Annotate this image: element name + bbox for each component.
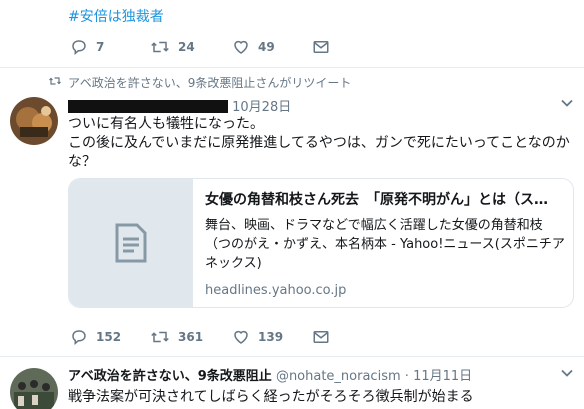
mail-icon <box>313 331 329 343</box>
retweeted-by-label[interactable]: アベ政治を許さない、9条改悪阻止さんがリツイート <box>68 74 351 91</box>
tweet-text: 戦争法案が可決されてしばらく経ったがそろそろ徴兵制が始まる <box>68 389 474 405</box>
retweet-button[interactable]: 361 <box>150 328 232 346</box>
retweet-icon <box>151 41 169 53</box>
reply-button[interactable]: 7 <box>70 38 150 56</box>
retweet-icon <box>151 331 169 343</box>
retweet-count: 361 <box>178 330 204 344</box>
like-button[interactable]: 139 <box>232 328 312 346</box>
date-separator: · <box>404 369 409 384</box>
retweet-count: 24 <box>178 40 195 54</box>
card-description: 舞台、映画、ドラマなどで幅広く活躍した女優の角替和枝（つのがえ・かずえ、本名柄本… <box>205 218 565 271</box>
tweet-text-line: この後に及んでいまだに原発推進してるやつは、ガンで死にたいってことなのかな？ <box>68 135 570 170</box>
tweet-divider <box>0 356 584 357</box>
tweet-text: ついに有名人も犠牲になった。 この後に及んでいまだに原発推進してるやつは、ガンで… <box>68 115 574 172</box>
retweet-indicator-icon <box>49 77 61 85</box>
tweet1-actions: 7 24 49 <box>70 38 330 56</box>
author-handle[interactable]: @nohate_noracism <box>276 369 401 384</box>
author-line: アベ政治を許さない、9条改悪阻止 @nohate_noracism · 11月1… <box>68 365 472 384</box>
direct-message-button[interactable] <box>312 38 330 56</box>
tweet-date[interactable]: 11月11日 <box>413 369 472 384</box>
reply-count: 7 <box>96 40 105 54</box>
heart-icon <box>234 40 248 54</box>
like-count: 49 <box>258 40 275 54</box>
redacted-author-name[interactable] <box>68 100 228 113</box>
card-domain: headlines.yahoo.co.jp <box>205 283 347 298</box>
chevron-down-icon[interactable] <box>561 99 573 108</box>
retweet-button[interactable]: 24 <box>150 38 232 56</box>
card-title: 女優の角替和枝さん死去 「原発不明がん」とは（ス… <box>205 192 548 208</box>
mail-icon <box>313 41 329 53</box>
direct-message-button[interactable] <box>312 328 330 346</box>
tweet-text-line: ついに有名人も犠牲になった。 <box>68 116 264 132</box>
reply-icon <box>72 40 86 56</box>
like-count: 139 <box>258 330 284 344</box>
heart-icon <box>234 330 248 344</box>
reply-icon <box>72 330 86 346</box>
hashtag-link[interactable]: #安倍は独裁者 <box>68 6 164 26</box>
chevron-down-icon[interactable] <box>561 369 573 378</box>
tweet-date[interactable]: 10月28日 <box>232 100 291 115</box>
author-name[interactable]: アベ政治を許さない、9条改悪阻止 <box>68 369 272 384</box>
reply-count: 152 <box>96 330 122 344</box>
avatar[interactable] <box>10 97 58 145</box>
tweet-divider <box>0 67 584 68</box>
card-thumbnail <box>69 179 193 307</box>
avatar[interactable] <box>10 368 58 409</box>
document-icon <box>115 223 147 263</box>
tweet2-actions: 152 361 139 <box>70 328 330 346</box>
author-line: 10月28日 <box>68 96 291 115</box>
like-button[interactable]: 49 <box>232 38 312 56</box>
link-card[interactable]: 女優の角替和枝さん死去 「原発不明がん」とは（ス… 舞台、映画、ドラマなどで幅広… <box>68 178 574 308</box>
reply-button[interactable]: 152 <box>70 328 150 346</box>
